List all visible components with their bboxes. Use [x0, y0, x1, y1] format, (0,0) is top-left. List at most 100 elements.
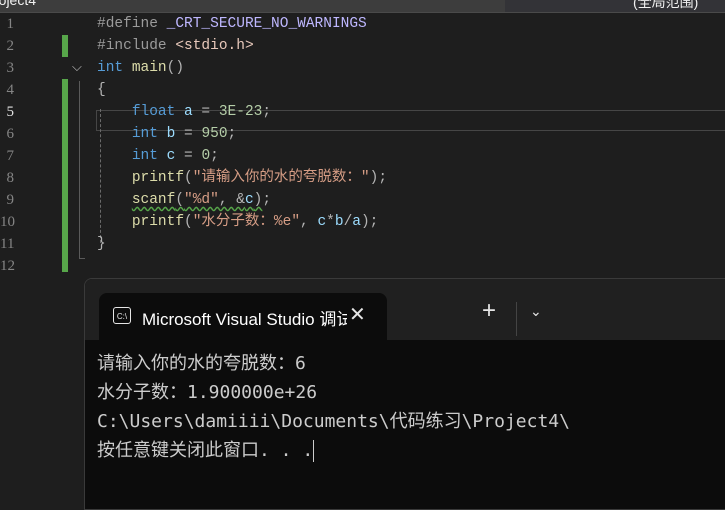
- code-text: printf("水分子数：%e", c*b/a);: [97, 211, 379, 233]
- code-line[interactable]: 7 int c = 0;: [0, 145, 725, 167]
- code-token: );: [360, 214, 379, 230]
- code-token: }: [97, 236, 106, 252]
- code-token: printf: [131, 214, 185, 230]
- code-token: (: [175, 192, 185, 208]
- code-line[interactable]: 1 #define _CRT_SECURE_NO_WARNINGS: [0, 13, 725, 35]
- code-line[interactable]: 12: [0, 255, 725, 277]
- code-token: ;: [262, 192, 272, 208]
- console-icon: C:\: [113, 307, 131, 324]
- code-token: 950: [201, 126, 228, 142]
- scope-dropdown[interactable]: (全局范围): [505, 0, 725, 12]
- code-line[interactable]: 8 printf("请输入你的水的夸脱数：");: [0, 167, 725, 189]
- code-token: (): [166, 60, 185, 76]
- close-icon[interactable]: ✕: [349, 302, 366, 327]
- output-line: 按任意键关闭此窗口. . .: [97, 440, 314, 461]
- code-token: c: [244, 192, 254, 208]
- code-token: printf: [131, 170, 185, 186]
- code-line[interactable]: 4{: [0, 79, 725, 101]
- code-text: scanf("%d", &c);: [97, 189, 271, 211]
- tab-title: Microsoft Visual Studio 调试控制台: [142, 310, 347, 329]
- line-number: 1: [6, 16, 15, 32]
- code-token: main: [131, 60, 167, 76]
- code-token: =: [192, 104, 219, 120]
- code-text: printf("请输入你的水的夸脱数：");: [97, 167, 387, 189]
- line-number: 12: [0, 258, 15, 274]
- line-number: 6: [6, 126, 15, 142]
- line-number: 7: [6, 148, 15, 164]
- output-line: C:\Users\damiiii\Documents\代码练习\Project4…: [97, 411, 570, 432]
- code-token: 3E-23: [218, 104, 263, 120]
- code-text: {: [97, 79, 106, 101]
- code-text: int b = 950;: [97, 123, 236, 145]
- code-token: );: [369, 170, 388, 186]
- console-output[interactable]: 请输入你的水的夸脱数：6 水分子数：1.900000e+26 C:\Users\da…: [97, 349, 570, 465]
- code-text: float a = 3E-23;: [97, 101, 271, 123]
- code-token: int: [97, 60, 132, 76]
- output-line: 请输入你的水的夸脱数：6: [97, 353, 306, 374]
- code-line[interactable]: 5 float a = 3E-23;: [0, 101, 725, 123]
- code-token: =: [175, 148, 202, 164]
- chevron-down-icon[interactable]: ⌄: [530, 303, 542, 320]
- code-token: a: [352, 214, 361, 230]
- code-text: int c = 0;: [97, 145, 219, 167]
- code-token: (: [184, 214, 193, 230]
- code-token: float: [131, 104, 185, 120]
- code-token: ;: [210, 148, 219, 164]
- code-text: }: [97, 233, 106, 255]
- divider: [516, 302, 517, 336]
- code-token: *: [326, 214, 335, 230]
- output-line: 水分子数：1.900000e+26: [97, 382, 318, 403]
- tab-debug-console[interactable]: C:\ Microsoft Visual Studio 调试控制台 ✕: [99, 293, 387, 340]
- line-number: 3: [6, 60, 15, 76]
- code-line[interactable]: 11}: [0, 233, 725, 255]
- code-token: b: [334, 214, 344, 230]
- line-number: 5: [6, 104, 15, 120]
- line-number: 9: [6, 192, 15, 208]
- code-line[interactable]: 10 printf("水分子数：%e", c*b/a);: [0, 211, 725, 233]
- code-line[interactable]: 3 int main(): [0, 57, 725, 79]
- code-token: #include: [97, 38, 176, 54]
- code-token: "%d": [184, 192, 219, 208]
- code-token: c: [317, 214, 327, 230]
- debug-console-window[interactable]: C:\ Microsoft Visual Studio 调试控制台 ✕ + ⌄ …: [84, 278, 725, 510]
- text-cursor: [313, 440, 315, 462]
- line-number: 2: [6, 38, 15, 54]
- line-number: 4: [6, 82, 15, 98]
- code-token: "请输入你的水的夸脱数：": [192, 170, 370, 186]
- code-token: {: [97, 82, 106, 98]
- code-line[interactable]: 9 scanf("%d", &c);: [0, 189, 725, 211]
- code-token: <stdio.h>: [175, 38, 254, 54]
- code-token: #define: [97, 16, 167, 32]
- code-text: int main(): [97, 57, 184, 79]
- title-bar: roject4 (全局范围): [0, 0, 725, 13]
- code-line[interactable]: 6 int b = 950;: [0, 123, 725, 145]
- new-tab-button[interactable]: +: [482, 299, 496, 323]
- code-token: , &: [218, 192, 245, 208]
- scope-label: (全局范围): [633, 0, 699, 10]
- code-token: int: [131, 126, 167, 142]
- line-number: 8: [6, 170, 15, 186]
- code-token: ,: [300, 214, 318, 230]
- code-token: ;: [227, 126, 237, 142]
- code-text: #define _CRT_SECURE_NO_WARNINGS: [97, 13, 367, 35]
- line-number: 10: [0, 214, 15, 230]
- code-token: (: [184, 170, 193, 186]
- code-token: int: [131, 148, 167, 164]
- code-token: 0: [201, 148, 211, 164]
- code-line[interactable]: 2 #include <stdio.h>: [0, 35, 725, 57]
- code-token: "水分子数：%e": [192, 214, 301, 230]
- tab-strip: C:\ Microsoft Visual Studio 调试控制台 ✕ + ⌄: [85, 279, 725, 340]
- code-text: #include <stdio.h>: [97, 35, 254, 57]
- project-name: roject4: [0, 0, 37, 8]
- code-token: a: [184, 104, 193, 120]
- code-token: ;: [262, 104, 272, 120]
- code-token: /: [343, 214, 353, 230]
- line-number: 11: [0, 236, 15, 252]
- code-token: scanf: [131, 192, 176, 208]
